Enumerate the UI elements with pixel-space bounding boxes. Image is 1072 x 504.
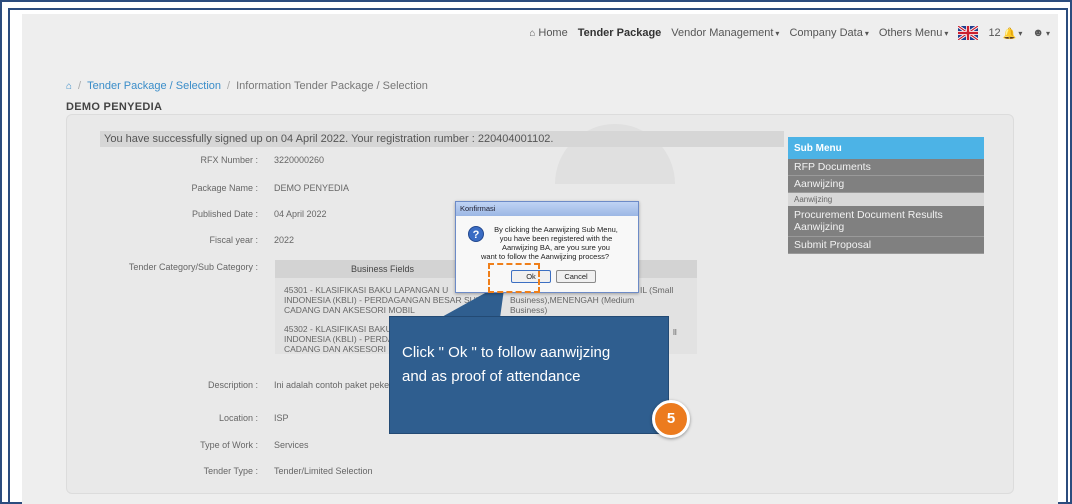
nav-tender-package[interactable]: Tender Package [578,27,662,39]
location-label: Location : [218,413,258,423]
published-date-value: 04 April 2022 [274,209,327,219]
nav-company-data[interactable]: Company Data ▾ [789,27,868,39]
top-navbar: ⌂ Home Tender Package Vendor Management ▾… [519,26,1050,40]
cell-line: INDONESIA (KBLI) - PERDAGANGAN BESAR SUK… [284,295,488,305]
breadcrumb-tender-selection[interactable]: Tender Package / Selection [87,80,221,92]
dialog-message-line: you have been registered with the [499,234,613,243]
caret-down-icon: ▾ [944,28,949,38]
dialog-message-line: want to follow the Aanwijzing process? [481,252,609,261]
breadcrumb-current: Information Tender Package / Selection [236,80,428,92]
page-title: DEMO PENYEDIA [66,101,163,113]
sub-menu-submit-proposal[interactable]: Submit Proposal [788,237,984,254]
dialog-message-line: Aanwijzing BA, are you sure you [502,243,610,252]
description-label: Description : [207,380,258,390]
sub-menu-procurement-line: Procurement Document Results [794,209,943,221]
caret-down-icon: ▾ [864,28,869,38]
sub-menu-rfp-documents[interactable]: RFP Documents [788,159,984,176]
confirmation-dialog: Konfirmasi ? By clicking the Aanwijzing … [455,201,639,293]
table-cell: ll [673,327,677,337]
cell-line: 45302 - KLASIFIKASI BAKU [284,324,392,334]
notification-count: 12 [988,27,1001,39]
ok-button-highlight [488,263,540,293]
type-of-work-value: Services [274,440,309,450]
success-alert: You have successfully signed up on 04 Ap… [100,131,784,147]
tender-type-value: Tender/Limited Selection [274,466,373,476]
cell-line: CADANG DAN AKSESORI M [284,344,396,354]
table-cell: 45302 - KLASIFIKASI BAKU INDONESIA (KBLI… [284,324,395,354]
callout-line: and as proof of attendance [402,368,581,385]
home-icon: ⌂ [529,27,536,39]
sub-menu-aanwijzing[interactable]: Aanwijzing [788,176,984,193]
nav-company-data-label: Company Data [789,27,863,39]
user-icon: ☻ [1032,27,1044,39]
user-menu[interactable]: ☻ ▾ [1032,27,1050,39]
instruction-callout: Click " Ok " to follow aanwijzing and as… [389,316,669,434]
nav-vendor-management-label: Vendor Management [671,27,774,39]
notification-menu[interactable]: 12 🔔 ▾ [988,27,1022,40]
dialog-message: By clicking the Aanwijzing Sub Menu, you… [461,225,629,261]
fiscal-year-label: Fiscal year : [209,235,258,245]
caret-down-icon: ▾ [1045,28,1050,38]
sub-menu-procurement-line: Aanwijzing [794,221,845,233]
caret-down-icon: ▾ [775,28,780,38]
nav-home-label: Home [538,27,568,39]
nav-home[interactable]: ⌂ Home [529,27,567,39]
tender-category-label: Tender Category/Sub Category : [128,262,258,272]
rfx-number-value: 3220000260 [274,155,325,165]
nav-vendor-management[interactable]: Vendor Management ▾ [671,27,779,39]
breadcrumb-separator: / [227,80,231,92]
sub-menu-aanwijzing-child[interactable]: Aanwijzing [788,193,984,206]
package-name-value: DEMO PENYEDIA [274,183,350,193]
location-value: ISP [274,413,289,423]
cell-line: Business),MENENGAH (Medium [510,295,635,305]
cell-line: Business) [510,305,548,315]
dialog-message-line: By clicking the Aanwijzing Sub Menu, [494,225,618,234]
callout-line: Click " Ok " to follow aanwijzing [402,344,611,361]
package-name-label: Package Name : [191,183,258,193]
type-of-work-label: Type of Work : [200,440,258,450]
cell-line: INDONESIA (KBLI) - PERDA [284,334,394,344]
published-date-label: Published Date : [191,209,258,219]
rfx-number-label: RFX Number : [200,155,258,165]
fiscal-year-value: 2022 [274,235,295,245]
breadcrumb-separator: / [78,80,82,92]
dialog-title: Konfirmasi [456,202,638,216]
nav-others-menu[interactable]: Others Menu ▾ [879,27,949,39]
caret-down-icon: ▾ [1018,28,1023,38]
home-icon[interactable]: ⌂ [66,81,72,92]
breadcrumb: ⌂ / Tender Package / Selection / Informa… [66,80,428,92]
uk-flag-icon[interactable] [958,26,979,40]
sub-menu-header: Sub Menu [788,137,984,159]
sub-menu: Sub Menu RFP Documents Aanwijzing Aanwij… [788,137,984,254]
sub-menu-procurement-results[interactable]: Procurement Document Results Aanwijzing [788,206,984,237]
cancel-button[interactable]: Cancel [556,270,596,283]
tender-type-label: Tender Type : [203,466,258,476]
nav-others-menu-label: Others Menu [878,27,943,39]
step-number-badge: 5 [652,400,690,438]
description-value: Ini adalah contoh paket peke [274,380,390,390]
business-fields-header: Business Fields [351,264,415,274]
bell-icon: 🔔 [1002,27,1017,40]
cell-line: CADANG DAN AKSESORI MOBIL [284,305,415,315]
